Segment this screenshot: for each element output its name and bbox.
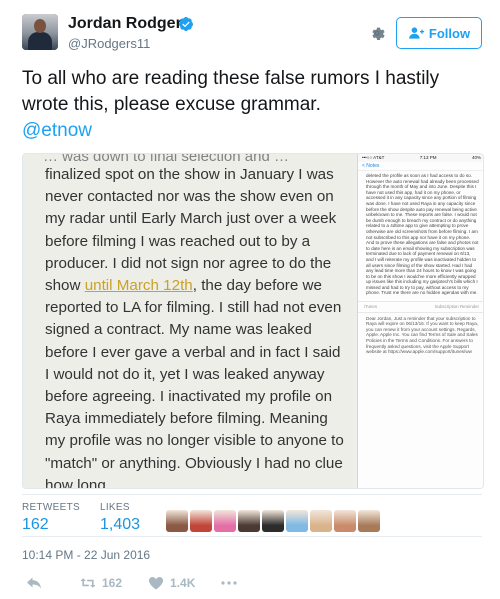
author-name[interactable]: Jordan Rodgers — [68, 15, 191, 33]
notes-text-part: finalized spot on the show in January I … — [45, 166, 337, 295]
follow-label: Follow — [428, 25, 471, 41]
liker-avatar[interactable] — [262, 510, 284, 532]
more-dots-icon — [221, 581, 237, 585]
itunes-header: iTunes Subscription Reminder — [358, 301, 483, 313]
retweets-stat[interactable]: RETWEETS 162 — [22, 502, 80, 534]
likers-avatars — [166, 510, 380, 532]
liker-avatar[interactable] — [334, 510, 356, 532]
phone-email-text: Dear Jordan, Just a reminder that your s… — [366, 315, 479, 355]
tweet-actions: 162 1.4K — [26, 576, 237, 590]
like-count: 1.4K — [170, 576, 196, 590]
tweet-media[interactable]: … was down to final selection and … fina… — [22, 153, 484, 489]
tweet-text: To all who are reading these false rumor… — [22, 66, 488, 144]
notes-highlight: until March 12th — [84, 277, 193, 295]
retweet-count: 162 — [102, 576, 123, 590]
more-button[interactable] — [221, 576, 237, 590]
retweets-label: RETWEETS — [22, 502, 80, 513]
likes-stat[interactable]: LIKES 1,403 — [100, 502, 140, 534]
reply-icon — [27, 577, 41, 589]
avatar[interactable] — [22, 14, 58, 50]
liker-avatar[interactable] — [214, 510, 236, 532]
phone-screenshot: •••○○ AT&T 7:13 PM 40% < Notes deleted t… — [357, 154, 483, 488]
liker-avatar[interactable] — [190, 510, 212, 532]
retweet-button[interactable]: 162 — [80, 576, 122, 590]
phone-status-bar: •••○○ AT&T 7:13 PM 40% — [358, 154, 483, 162]
liker-avatar[interactable] — [310, 510, 332, 532]
notes-screenshot: … was down to final selection and … fina… — [23, 154, 353, 489]
tweet-stats: RETWEETS 162 LIKES 1,403 — [22, 502, 140, 534]
likes-count: 1,403 — [99, 516, 141, 533]
follow-button[interactable]: Follow — [396, 17, 482, 49]
heart-icon — [149, 577, 164, 590]
add-user-icon — [409, 27, 424, 39]
tweet-timestamp[interactable]: 10:14 PM - 22 Jun 2016 — [22, 548, 150, 562]
gear-icon[interactable] — [368, 24, 386, 42]
liker-avatar[interactable] — [358, 510, 380, 532]
author-handle[interactable]: @JRodgers11 — [68, 36, 150, 51]
phone-time: 7:13 PM — [419, 155, 437, 160]
liker-avatar[interactable] — [286, 510, 308, 532]
notes-text-part: , the day before we reported to LA for f… — [45, 277, 344, 489]
phone-carrier: •••○○ AT&T — [362, 155, 385, 160]
reply-button[interactable] — [26, 576, 42, 590]
retweets-count: 162 — [22, 516, 49, 533]
divider — [22, 536, 482, 537]
itunes-label: iTunes — [364, 304, 378, 310]
liker-avatar[interactable] — [238, 510, 260, 532]
phone-back: < Notes — [358, 162, 483, 171]
mention-link[interactable]: @etnow — [22, 120, 92, 141]
liker-avatar[interactable] — [166, 510, 188, 532]
like-button[interactable]: 1.4K — [148, 576, 195, 590]
itunes-right: Subscription Reminder — [434, 304, 479, 310]
phone-battery: 40% — [471, 155, 481, 160]
notes-text: finalized spot on the show in January I … — [45, 164, 345, 489]
verified-badge-icon — [178, 17, 193, 31]
retweet-icon — [80, 578, 96, 588]
divider — [22, 494, 482, 495]
likes-label: LIKES — [99, 502, 130, 513]
tweet-body: To all who are reading these false rumor… — [22, 68, 440, 115]
phone-text: deleted the profile as soon as I had acc… — [366, 173, 479, 296]
